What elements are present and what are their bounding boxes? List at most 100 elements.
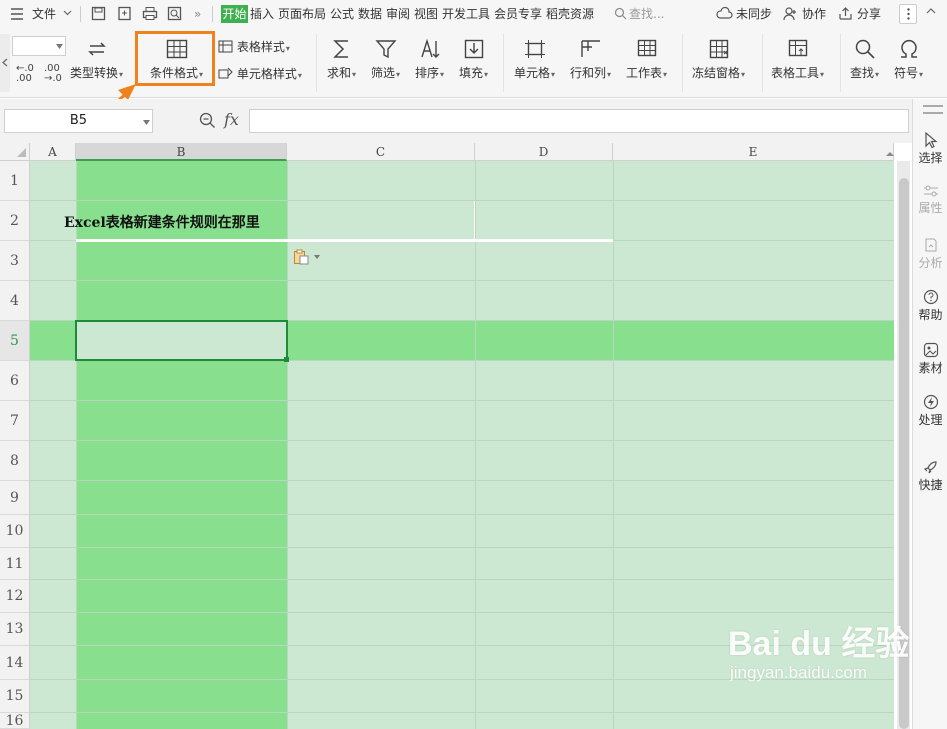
- sort-button[interactable]: 排序▾: [415, 38, 444, 82]
- column-header-a[interactable]: A: [30, 143, 76, 161]
- sidebar-item-process[interactable]: 处理: [913, 394, 947, 428]
- row-header-4[interactable]: 4: [0, 281, 30, 321]
- select-all-corner[interactable]: [0, 143, 30, 161]
- menu-icon[interactable]: [10, 8, 24, 20]
- formula-input[interactable]: [249, 109, 909, 133]
- file-menu[interactable]: 文件: [32, 7, 56, 21]
- share-button[interactable]: 分享: [857, 7, 881, 21]
- row-header-1[interactable]: 1: [0, 161, 30, 201]
- clipboard-icon: [294, 249, 309, 265]
- cell-b2-text[interactable]: Excel表格新建条件规则在那里: [64, 212, 260, 232]
- freeze-panes-button[interactable]: 冻结窗格▾: [692, 38, 745, 82]
- sidebar-item-analyze[interactable]: 分析: [913, 237, 947, 271]
- active-cell-b5[interactable]: [75, 320, 288, 361]
- print-preview-icon[interactable]: [167, 6, 182, 21]
- row-header-15[interactable]: 15: [0, 680, 30, 713]
- table-tools-label: 表格工具: [771, 66, 820, 80]
- row-header-2[interactable]: 2: [0, 201, 30, 241]
- right-sidebar: 选择 属性 分析 帮助 素材 处理 快捷: [912, 99, 947, 729]
- column-header-e[interactable]: E: [613, 143, 894, 161]
- cell-button[interactable]: 单元格▾: [514, 38, 555, 82]
- print-icon[interactable]: [142, 6, 158, 21]
- sidebar-label: 帮助: [918, 308, 943, 322]
- divider: [762, 34, 763, 92]
- collapse-ribbon-icon[interactable]: [926, 8, 936, 14]
- worksheet-label: 工作表: [626, 66, 663, 80]
- tab-formula[interactable]: 公式: [330, 7, 354, 21]
- cell-style-label: 单元格样式: [236, 67, 297, 81]
- filter-icon: [374, 40, 397, 59]
- fx-icon[interactable]: fx: [224, 110, 239, 129]
- find-button[interactable]: 查找▾: [850, 38, 879, 82]
- sidebar-item-select[interactable]: 选择: [913, 132, 947, 166]
- sum-button[interactable]: 求和▾: [327, 38, 356, 82]
- row-col-button[interactable]: 行和列▾: [570, 38, 611, 82]
- fill-down-icon: [464, 39, 483, 59]
- decrease-decimal-button[interactable]: .00 →.0: [44, 64, 62, 84]
- row-header-8[interactable]: 8: [0, 441, 30, 481]
- search-input[interactable]: 查找...: [629, 7, 664, 21]
- zoom-formula-icon[interactable]: [199, 112, 216, 129]
- sidebar-item-help[interactable]: 帮助: [913, 289, 947, 323]
- worksheet-button[interactable]: 工作表▾: [626, 38, 667, 82]
- column-header-c[interactable]: C: [287, 143, 475, 161]
- row-header-6[interactable]: 6: [0, 361, 30, 401]
- scroll-up-arrow[interactable]: [886, 146, 894, 158]
- share-icon[interactable]: [838, 6, 853, 21]
- column-header-b[interactable]: B: [76, 143, 287, 161]
- chevron-down-icon: [314, 255, 320, 259]
- symbol-button[interactable]: 符号▾: [894, 38, 923, 82]
- row-header-5[interactable]: 5: [0, 321, 30, 361]
- tab-insert[interactable]: 插入: [250, 7, 274, 21]
- collaborate-icon[interactable]: [783, 6, 798, 21]
- name-box[interactable]: B5: [4, 109, 153, 133]
- export-pdf-icon[interactable]: [117, 6, 132, 21]
- row-header-16[interactable]: 16: [0, 713, 30, 729]
- cloud-icon[interactable]: [716, 6, 733, 20]
- row-header-12[interactable]: 12: [0, 580, 30, 613]
- more-icon[interactable]: »: [194, 7, 201, 21]
- ribbon-scroll-left[interactable]: [0, 34, 10, 92]
- tab-home[interactable]: 开始: [221, 5, 248, 23]
- sidebar-label: 素材: [918, 361, 943, 375]
- row-header-11[interactable]: 11: [0, 548, 30, 580]
- number-format-select[interactable]: [12, 36, 66, 56]
- table-style-button[interactable]: 表格样式▾: [218, 38, 290, 55]
- collaborate-button[interactable]: 协作: [802, 7, 826, 21]
- watermark: Bai du 经验 jingyan.baidu.com: [728, 626, 909, 684]
- tab-data[interactable]: 数据: [358, 7, 382, 21]
- row-header-10[interactable]: 10: [0, 515, 30, 548]
- worksheet-icon: [637, 39, 656, 57]
- column-header-d[interactable]: D: [475, 143, 613, 161]
- filter-button[interactable]: 筛选▾: [371, 38, 400, 82]
- divider: [503, 34, 504, 92]
- tab-page-layout[interactable]: 页面布局: [278, 7, 326, 21]
- increase-decimal-button[interactable]: ←.0.00: [16, 64, 34, 84]
- search-icon[interactable]: [614, 7, 627, 20]
- tab-review[interactable]: 审阅: [386, 7, 410, 21]
- sidebar-item-properties[interactable]: 属性: [913, 184, 947, 216]
- sidebar-item-materials[interactable]: 素材: [913, 342, 947, 376]
- formula-bar: B5 fx: [0, 99, 912, 143]
- sidebar-item-shortcut[interactable]: 快捷: [913, 459, 947, 493]
- sync-status[interactable]: 未同步: [736, 7, 772, 21]
- tab-docer[interactable]: 稻壳资源: [546, 7, 594, 21]
- fill-handle[interactable]: [284, 357, 289, 362]
- more-options-button[interactable]: [899, 4, 917, 24]
- freeze-panes-label: 冻结窗格: [692, 66, 741, 80]
- tab-member[interactable]: 会员专享: [494, 7, 542, 21]
- row-header-9[interactable]: 9: [0, 481, 30, 515]
- tab-developer[interactable]: 开发工具: [442, 7, 490, 21]
- save-icon[interactable]: [91, 6, 106, 21]
- row-header-7[interactable]: 7: [0, 401, 30, 441]
- paste-options-button[interactable]: [293, 249, 321, 265]
- cell-style-button[interactable]: 单元格样式▾: [218, 65, 302, 82]
- row-header-3[interactable]: 3: [0, 241, 30, 281]
- table-tools-button[interactable]: 表格工具▾: [771, 38, 824, 82]
- chevron-down-icon[interactable]: [63, 10, 72, 16]
- row-header-14[interactable]: 14: [0, 646, 30, 680]
- fill-button[interactable]: 填充▾: [459, 38, 488, 82]
- type-convert-button[interactable]: 类型转换▾: [70, 38, 123, 82]
- tab-view[interactable]: 视图: [414, 7, 438, 21]
- row-header-13[interactable]: 13: [0, 613, 30, 646]
